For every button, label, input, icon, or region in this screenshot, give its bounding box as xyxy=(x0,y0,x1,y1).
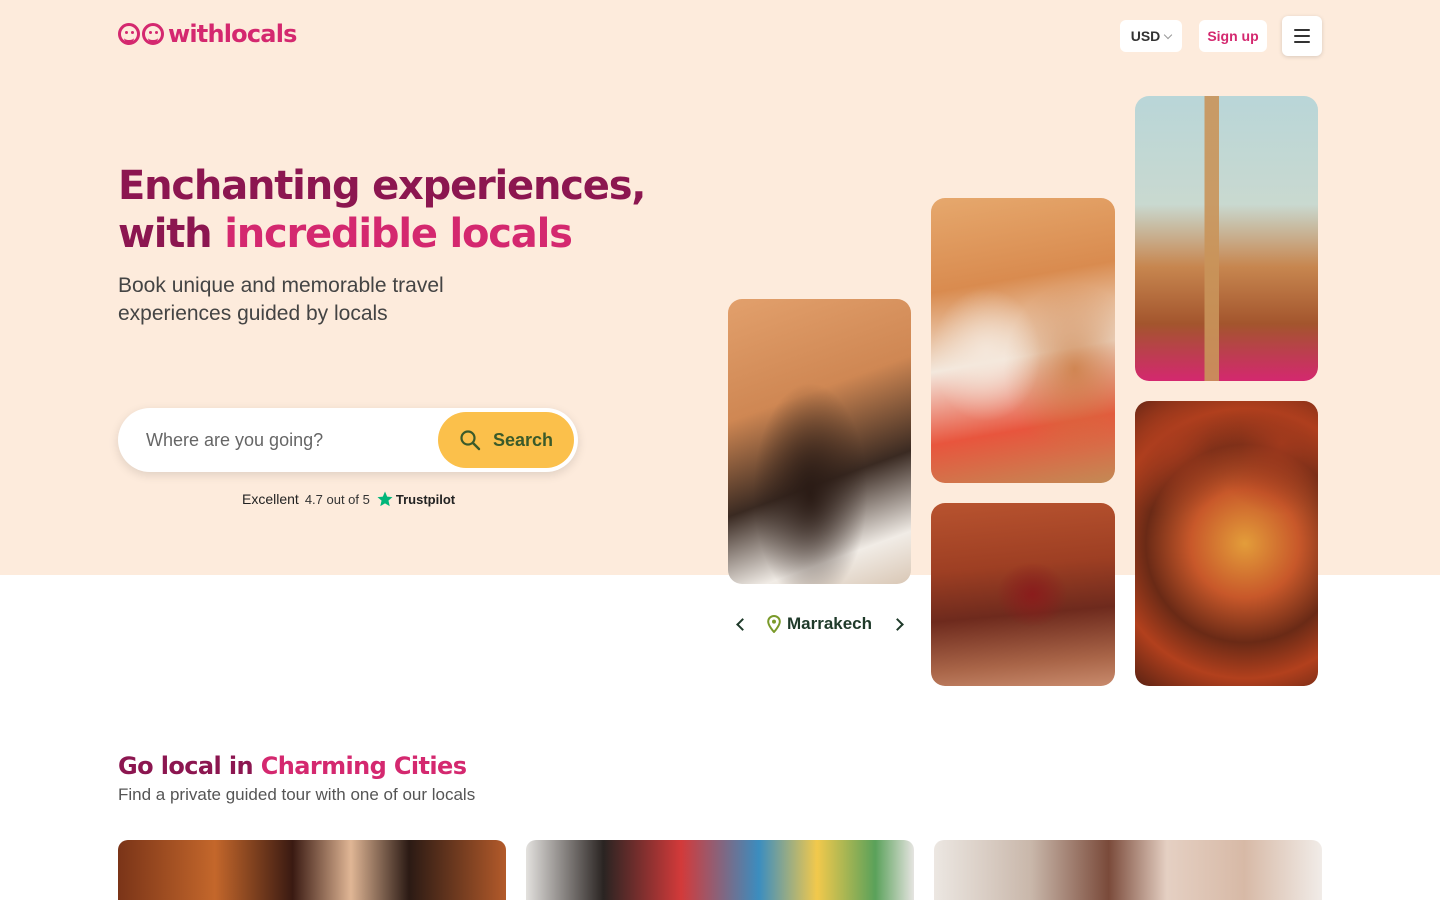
logo-text: withlocals xyxy=(168,20,297,48)
search-button-label: Search xyxy=(492,429,554,450)
section-subtitle: Find a private guided tour with one of o… xyxy=(118,785,476,804)
signup-button[interactable]: Sign up xyxy=(1199,20,1267,52)
search-input[interactable] xyxy=(146,424,426,456)
section-title: Go local in Charming Cities xyxy=(118,752,467,780)
hero-subtitle: Book unique and memorable travel experie… xyxy=(118,274,444,325)
hero-title-line2: with xyxy=(118,211,225,257)
previous-city-button[interactable] xyxy=(728,612,752,636)
hero-title: Enchanting experiences, with incredible … xyxy=(118,162,678,258)
chevron-right-icon xyxy=(890,617,904,631)
photo-tile-alley xyxy=(931,503,1115,686)
search-button[interactable]: Search xyxy=(438,412,574,468)
section-title-plain: Go local in xyxy=(118,752,261,780)
search-bar: Search xyxy=(118,408,578,472)
search-icon xyxy=(460,430,481,451)
menu-button[interactable] xyxy=(1282,16,1322,56)
hero-title-line1: Enchanting experiences, xyxy=(118,163,647,209)
star-icon xyxy=(377,491,393,507)
logo[interactable]: withlocals xyxy=(118,20,297,48)
trust-label: Excellent xyxy=(242,491,299,507)
chevron-down-icon xyxy=(1164,30,1173,39)
section-title-accent: Charming Cities xyxy=(260,752,467,780)
city-card[interactable] xyxy=(934,840,1322,900)
site-header: withlocals USD Sign up xyxy=(0,0,1440,72)
trustpilot-logo: Trustpilot xyxy=(376,490,455,508)
trustpilot-text: Trustpilot xyxy=(395,491,456,507)
location-pin-icon xyxy=(767,615,781,633)
next-city-button[interactable] xyxy=(887,612,911,636)
city-label[interactable]: Marrakech xyxy=(767,614,872,634)
trust-rating: 4.7 out of 5 xyxy=(304,491,370,507)
city-card[interactable] xyxy=(118,840,506,900)
photo-tile-travelers xyxy=(931,198,1115,483)
city-name: Marrakech xyxy=(786,614,873,633)
logo-icon xyxy=(118,23,164,45)
currency-selector[interactable]: USD xyxy=(1120,20,1182,52)
trustpilot-widget[interactable]: Excellent 4.7 out of 5 Trustpilot xyxy=(242,490,455,508)
currency-label: USD xyxy=(1130,28,1161,44)
hero-title-accent: incredible locals xyxy=(224,211,573,257)
city-carousel-nav: Marrakech xyxy=(728,608,911,640)
photo-tile-carving xyxy=(728,299,911,584)
chevron-left-icon xyxy=(735,617,749,631)
photo-tile-tagine xyxy=(1135,401,1318,686)
city-card[interactable] xyxy=(526,840,914,900)
photo-tile-minaret xyxy=(1135,96,1318,381)
hamburger-icon xyxy=(1294,29,1310,31)
